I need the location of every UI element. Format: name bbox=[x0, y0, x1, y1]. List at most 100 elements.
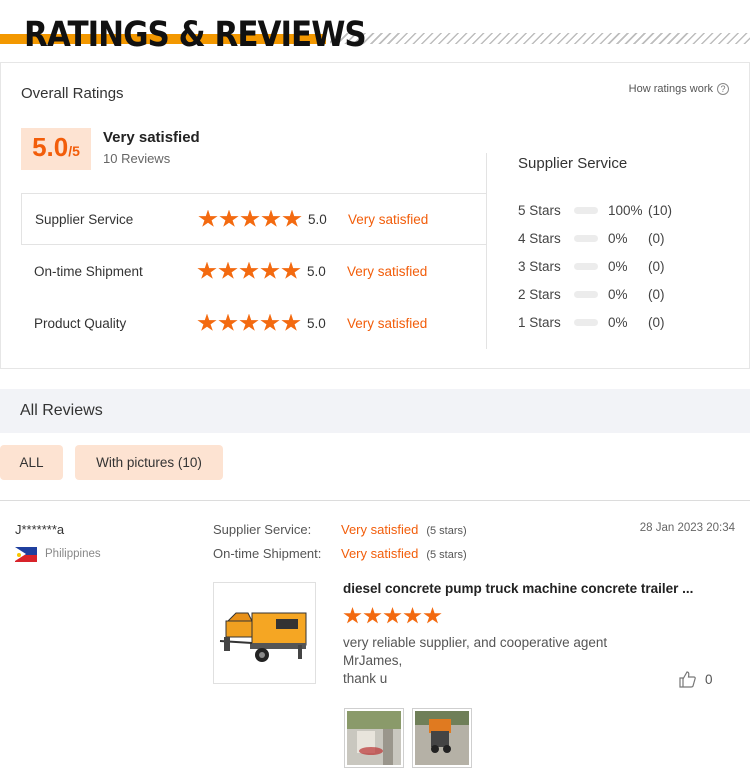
section-title: RATINGS & REVIEWS bbox=[24, 14, 367, 55]
all-reviews-title: All Reviews bbox=[20, 402, 103, 419]
overall-score-badge: 5.0 /5 bbox=[21, 128, 91, 170]
star-icon bbox=[343, 607, 362, 624]
distribution-title: Supplier Service bbox=[518, 155, 628, 172]
star-icon bbox=[403, 607, 422, 624]
category-satisfaction: Very satisfied bbox=[347, 315, 428, 331]
star-icon bbox=[260, 313, 280, 331]
star-icon bbox=[239, 261, 259, 279]
distribution-bar bbox=[574, 290, 598, 298]
meta-value: Very satisfied bbox=[341, 546, 419, 561]
star-icon bbox=[383, 607, 402, 624]
distribution-label: 1 Stars bbox=[518, 314, 561, 330]
distribution-label: 5 Stars bbox=[518, 202, 561, 218]
distribution-row-4: 4 Stars 0% (0) bbox=[518, 224, 738, 252]
category-label: On-time Shipment bbox=[34, 263, 143, 279]
star-icon bbox=[218, 261, 238, 279]
star-icon bbox=[197, 313, 217, 331]
meta-label: On-time Shipment: bbox=[213, 546, 322, 561]
meta-label: Supplier Service: bbox=[213, 522, 312, 537]
distribution-percent: 0% bbox=[608, 258, 628, 274]
distribution-label: 2 Stars bbox=[518, 286, 561, 302]
review-text-line: very reliable supplier, and cooperative … bbox=[343, 635, 608, 650]
distribution-row-3: 3 Stars 0% (0) bbox=[518, 252, 738, 280]
review-photo-thumbnail[interactable] bbox=[344, 708, 404, 768]
star-icon bbox=[239, 313, 259, 331]
panel-divider bbox=[486, 153, 487, 349]
distribution-label: 4 Stars bbox=[518, 230, 561, 246]
review-meta-supplier-service: Supplier Service: Very satisfied (5 star… bbox=[213, 522, 467, 537]
star-icon bbox=[281, 313, 301, 331]
review-date: 28 Jan 2023 20:34 bbox=[639, 522, 735, 534]
star-icon bbox=[282, 209, 302, 227]
distribution-percent: 100% bbox=[608, 202, 643, 218]
reviewer-name: J*******a bbox=[15, 522, 65, 537]
star-icon bbox=[219, 209, 239, 227]
category-satisfaction: Very satisfied bbox=[348, 211, 429, 227]
star-distribution: 5 Stars 100% (10) 4 Stars 0% (0) 3 Stars… bbox=[518, 196, 738, 336]
distribution-bar bbox=[574, 206, 598, 214]
category-row-supplier-service[interactable]: Supplier Service 5.0 Very satisfied bbox=[21, 193, 487, 245]
overall-score: 5.0 bbox=[32, 132, 69, 162]
review-stars bbox=[343, 607, 442, 625]
like-count: 0 bbox=[705, 672, 713, 687]
overall-reviews-count: 10 Reviews bbox=[103, 151, 171, 166]
distribution-count: (0) bbox=[648, 314, 665, 330]
category-stars bbox=[197, 261, 307, 281]
distribution-percent: 0% bbox=[608, 314, 628, 330]
all-reviews-header: All Reviews bbox=[0, 389, 750, 433]
distribution-count: (0) bbox=[648, 286, 665, 302]
review-text-line: thank u bbox=[343, 671, 388, 686]
philippines-flag-icon bbox=[15, 547, 37, 562]
filter-with-pictures-button[interactable]: With pictures (10) bbox=[75, 445, 223, 480]
distribution-count: (10) bbox=[648, 202, 673, 218]
category-row-product-quality[interactable]: Product Quality 5.0 Very satisfied bbox=[21, 297, 487, 349]
filter-all-button[interactable]: ALL bbox=[0, 445, 63, 480]
category-stars bbox=[197, 313, 307, 333]
meta-stars: (5 stars) bbox=[426, 549, 467, 561]
reviews-divider bbox=[0, 500, 750, 501]
question-circle-icon: ? bbox=[717, 83, 729, 95]
review-photo-thumbnail[interactable] bbox=[412, 708, 472, 768]
star-icon bbox=[240, 209, 260, 227]
like-button[interactable]: 0 bbox=[679, 671, 713, 688]
distribution-row-1: 1 Stars 0% (0) bbox=[518, 308, 738, 336]
star-icon bbox=[198, 209, 218, 227]
meta-value: Very satisfied bbox=[341, 522, 419, 537]
meta-stars: (5 stars) bbox=[426, 525, 467, 537]
distribution-percent: 0% bbox=[608, 230, 628, 246]
category-row-on-time-shipment[interactable]: On-time Shipment 5.0 Very satisfied bbox=[21, 245, 487, 297]
review-text: very reliable supplier, and cooperative … bbox=[343, 634, 607, 688]
banner-hatch-decoration bbox=[330, 33, 750, 44]
star-icon bbox=[423, 607, 442, 624]
star-icon bbox=[261, 209, 281, 227]
category-label: Supplier Service bbox=[35, 211, 134, 227]
category-satisfaction: Very satisfied bbox=[347, 263, 428, 279]
distribution-row-2: 2 Stars 0% (0) bbox=[518, 280, 738, 308]
category-score: 5.0 bbox=[308, 211, 327, 227]
distribution-bar bbox=[574, 262, 598, 270]
star-icon bbox=[218, 313, 238, 331]
star-icon bbox=[281, 261, 301, 279]
thumbs-up-icon bbox=[679, 671, 696, 688]
distribution-count: (0) bbox=[648, 258, 665, 274]
distribution-bar bbox=[574, 234, 598, 242]
overall-score-max: /5 bbox=[68, 143, 80, 159]
how-ratings-work-label: How ratings work bbox=[628, 83, 713, 95]
review-meta-on-time-shipment: On-time Shipment: Very satisfied (5 star… bbox=[213, 546, 467, 561]
category-score: 5.0 bbox=[307, 315, 326, 331]
category-score: 5.0 bbox=[307, 263, 326, 279]
category-ratings: Supplier Service 5.0 Very satisfied On-t… bbox=[21, 193, 487, 349]
overall-satisfaction: Very satisfied bbox=[103, 129, 200, 146]
distribution-percent: 0% bbox=[608, 286, 628, 302]
overall-ratings-panel: Overall Ratings How ratings work ? 5.0 /… bbox=[0, 62, 750, 369]
product-image[interactable] bbox=[213, 582, 316, 684]
distribution-label: 3 Stars bbox=[518, 258, 561, 274]
how-ratings-work-link[interactable]: How ratings work ? bbox=[629, 83, 729, 95]
star-icon bbox=[197, 261, 217, 279]
product-title-link[interactable]: diesel concrete pump truck machine concr… bbox=[343, 581, 693, 596]
star-icon bbox=[260, 261, 280, 279]
overall-ratings-title: Overall Ratings bbox=[21, 85, 124, 102]
category-label: Product Quality bbox=[34, 315, 127, 331]
review-text-line: MrJames, bbox=[343, 653, 403, 668]
ratings-banner: RATINGS & REVIEWS bbox=[0, 0, 750, 62]
